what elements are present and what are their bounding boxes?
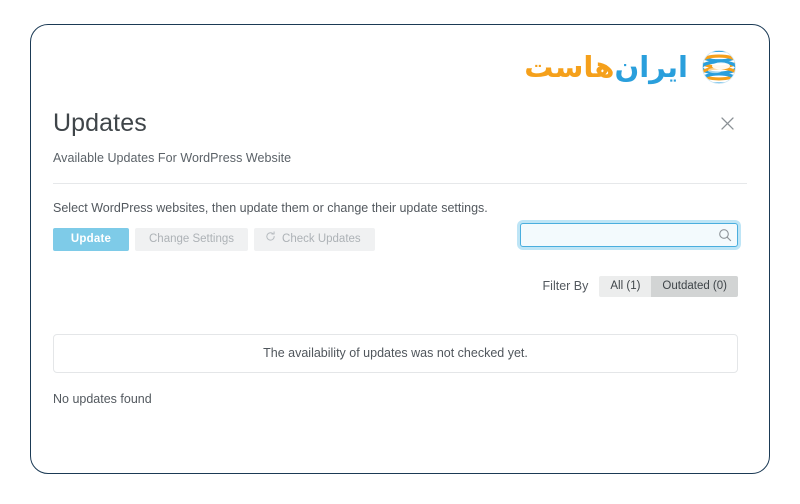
- header-divider: [53, 182, 747, 184]
- main-card: ایران هاست Updates Available Updates For …: [30, 24, 770, 474]
- check-updates-label: Check Updates: [282, 232, 361, 245]
- update-button[interactable]: Update: [53, 227, 129, 251]
- change-settings-button[interactable]: Change Settings: [135, 227, 249, 251]
- page-subtitle: Available Updates For WordPress Website: [53, 150, 292, 165]
- empty-results-text: No updates found: [53, 391, 152, 406]
- panel-content: Updates Available Updates For WordPress …: [53, 109, 755, 463]
- status-notice: The availability of updates was not chec…: [53, 333, 738, 373]
- check-updates-button[interactable]: Check Updates: [254, 227, 375, 251]
- page-title: Updates: [53, 109, 147, 137]
- globe-sphere-icon: [697, 45, 741, 89]
- refresh-icon: [265, 228, 276, 251]
- action-bar: Update Change Settings Check Updates Fil…: [53, 222, 755, 297]
- search-box: [520, 222, 738, 247]
- filter-segmented-control: All (1) Outdated (0): [599, 275, 738, 297]
- close-icon[interactable]: [716, 112, 738, 134]
- panel-header: Updates Available Updates For WordPress …: [53, 109, 755, 165]
- search-field[interactable]: [520, 222, 738, 247]
- search-icon[interactable]: [718, 228, 732, 242]
- brand-logo: ایران هاست: [524, 45, 741, 89]
- brand-wordmark: ایران هاست: [524, 49, 688, 84]
- filter-option-all[interactable]: All (1): [599, 275, 652, 297]
- instructions-text: Select WordPress websites, then update t…: [53, 200, 488, 215]
- status-notice-text: The availability of updates was not chec…: [263, 346, 528, 360]
- search-input[interactable]: [521, 223, 711, 246]
- filter-option-outdated[interactable]: Outdated (0): [651, 275, 738, 297]
- brand-word-iran: ایران: [614, 49, 688, 84]
- filter-row: Filter By All (1) Outdated (0): [542, 275, 738, 297]
- screenshot-root: ایران هاست Updates Available Updates For …: [0, 0, 800, 504]
- brand-word-host: هاست: [524, 49, 615, 84]
- filter-label: Filter By: [542, 279, 589, 293]
